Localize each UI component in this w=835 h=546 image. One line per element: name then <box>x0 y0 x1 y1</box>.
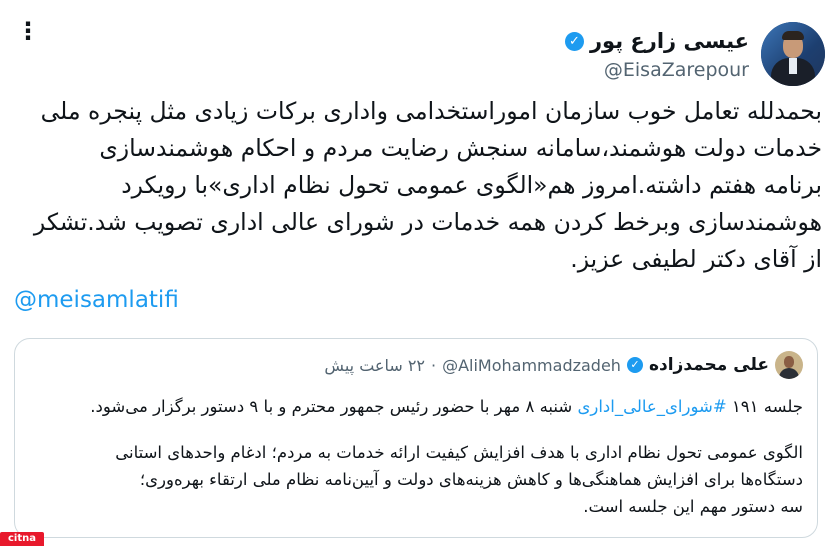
author-name[interactable]: عیسی زارع پور <box>590 27 749 55</box>
tweet-text-line: بحمدلله تعامل خوب سازمان اموراستخدامی وا… <box>40 97 822 125</box>
quoted-author-handle[interactable]: @AliMohammadzadeh <box>442 356 621 375</box>
separator-dot: · <box>431 355 437 375</box>
tweet-text: بحمدلله تعامل خوب سازمان اموراستخدامی وا… <box>14 93 822 278</box>
quoted-text-suffix: شنبه ۸ مهر با حضور رئیس جمهور محترم و با… <box>90 397 578 416</box>
tweet-text-line: از آقای دکتر لطیفی عزیز. <box>570 245 822 273</box>
quoted-text-line: دستگاه‌ها برای افزایش هماهنگی‌ها و کاهش … <box>139 470 803 489</box>
author-avatar[interactable] <box>761 22 825 86</box>
hashtag-link[interactable]: #شورای_عالی_اداری <box>577 397 726 416</box>
tweet-card: ⋮ عیسی زارع پور ✓ @EisaZarepour بحمدلله … <box>0 0 835 546</box>
more-options-icon[interactable]: ⋮ <box>16 18 40 44</box>
quoted-text-line: سه دستور مهم این جلسه است. <box>583 497 803 516</box>
author-handle[interactable]: @EisaZarepour <box>565 59 749 81</box>
quoted-text-line1: جلسه ۱۹۱ #شورای_عالی_اداری شنبه ۸ مهر با… <box>31 393 803 420</box>
verified-badge-icon: ✓ <box>626 357 643 373</box>
tweet-header: عیسی زارع پور ✓ @EisaZarepour <box>564 20 825 88</box>
quoted-text-prefix: جلسه ۱۹۱ <box>726 397 803 416</box>
quoted-header: علی محمدزاده ✓ @AliMohammadzadeh · ۲۲ سا… <box>324 351 803 379</box>
quoted-author-avatar[interactable] <box>775 351 803 379</box>
tweet-text-line: خدمات دولت هوشمند،سامانه سنجش رضایت مردم… <box>99 134 822 162</box>
quoted-author-name[interactable]: علی محمدزاده <box>649 355 769 375</box>
quoted-timestamp[interactable]: ۲۲ ساعت پیش <box>324 356 425 375</box>
tweet-text-line: هوشمندسازی وبرخط کردن همه خدمات در شورای… <box>33 208 822 236</box>
tweet-text-line: برنامه هفتم داشته.امروز هم«الگوی عمومی ت… <box>121 171 822 199</box>
watermark-logo: citna <box>0 532 44 546</box>
verified-badge-icon: ✓ <box>564 31 584 51</box>
quoted-text-line: الگوی عمومی تحول نظام اداری با هدف افزای… <box>115 443 803 462</box>
author-info: عیسی زارع پور ✓ @EisaZarepour <box>564 27 749 81</box>
mention-link[interactable]: @meisamlatifi <box>14 287 179 313</box>
quoted-tweet[interactable]: علی محمدزاده ✓ @AliMohammadzadeh · ۲۲ سا… <box>14 338 818 538</box>
quoted-paragraph: الگوی عمومی تحول نظام اداری با هدف افزای… <box>31 439 803 520</box>
